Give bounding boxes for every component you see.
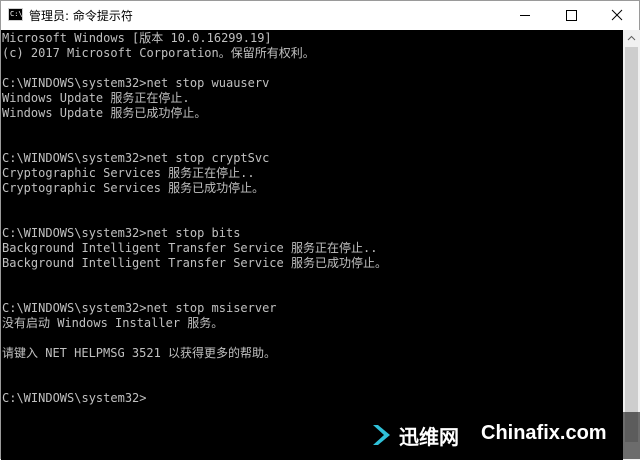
console-line: Background Intelligent Transfer Service … (2, 241, 378, 255)
console-line: (c) 2017 Microsoft Corporation。保留所有权利。 (2, 46, 315, 60)
window-title: 管理员: 命令提示符 (29, 9, 133, 23)
console-line: C:\WINDOWS\system32>net stop cryptSvc (2, 151, 270, 165)
watermark-brand-en: Chinafix.com (481, 422, 607, 444)
console-line: 没有启动 Windows Installer 服务。 (2, 316, 224, 330)
console-output[interactable]: Microsoft Windows [版本 10.0.16299.19] (c) … (1, 30, 623, 460)
console-line: C:\WINDOWS\system32>net stop bits (2, 226, 241, 240)
scroll-thumb[interactable] (625, 47, 638, 442)
maximize-icon (566, 10, 577, 21)
vertical-scrollbar[interactable] (623, 30, 640, 460)
close-button[interactable] (594, 1, 640, 30)
minimize-button[interactable] (502, 1, 548, 30)
console-line: 请键入 NET HELPMSG 3521 以获得更多的帮助。 (2, 346, 277, 360)
console-line: Microsoft Windows [版本 10.0.16299.19] (2, 31, 272, 45)
cmd-icon[interactable]: C:\. (8, 8, 27, 21)
chevron-up-icon (627, 35, 636, 41)
scroll-up-button[interactable] (623, 30, 640, 46)
console-line: Cryptographic Services 服务正在停止.. (2, 166, 255, 180)
title-bar[interactable]: C:\. 管理员: 命令提示符 (1, 1, 639, 30)
chevron-logo-icon (373, 425, 390, 445)
command-prompt-window: C:\. 管理员: 命令提示符 Microsoft Windows [版本 10… (0, 0, 640, 460)
console-line: Cryptographic Services 服务已成功停止。 (2, 181, 265, 195)
console-line: Background Intelligent Transfer Service … (2, 256, 387, 270)
console-line: Windows Update 服务已成功停止。 (2, 106, 207, 120)
console-line: C:\WINDOWS\system32>net stop msiserver (2, 301, 277, 315)
minimize-icon (520, 15, 530, 16)
close-icon (611, 9, 623, 21)
watermark-brand-cn: 迅维网 (399, 425, 459, 449)
console-line: C:\WINDOWS\system32>net stop wuauserv (2, 76, 270, 90)
console-line: Windows Update 服务正在停止. (2, 91, 190, 105)
maximize-button[interactable] (548, 1, 594, 30)
console-line: C:\WINDOWS\system32> (2, 391, 147, 405)
watermark: 迅维网 Chinafix.com (363, 412, 640, 459)
